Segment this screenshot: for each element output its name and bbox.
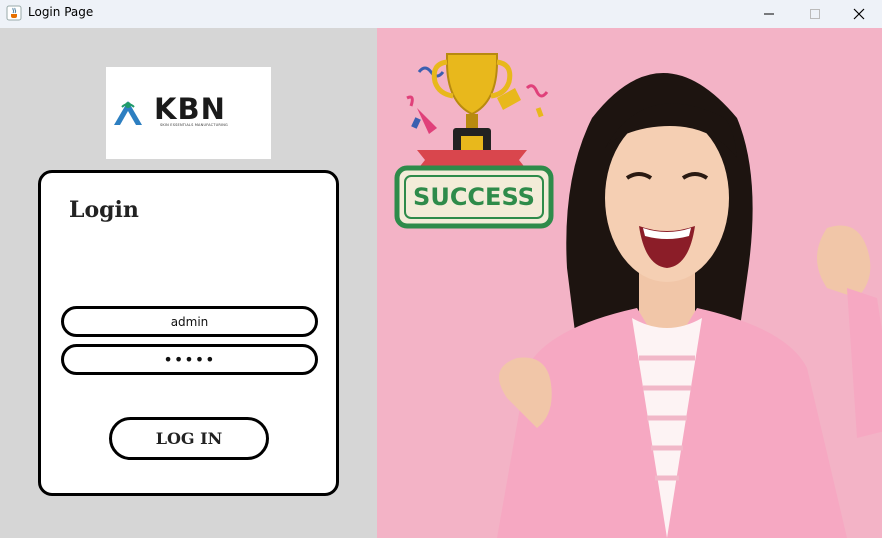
password-field[interactable] <box>61 344 318 375</box>
left-panel: KBN SKIN ESSENTIALS MANUFACTURING Login … <box>0 28 377 538</box>
username-field[interactable] <box>61 306 318 337</box>
login-card: Login LOG IN <box>38 170 339 496</box>
java-coffee-icon <box>6 5 22 21</box>
window-titlebar: Login Page <box>0 0 882 28</box>
celebrating-woman-illustration: SUCCESS <box>377 28 882 538</box>
minimize-button[interactable] <box>746 0 792 28</box>
window-title: Login Page <box>28 5 94 19</box>
minimize-icon <box>764 13 774 15</box>
close-button[interactable] <box>836 0 882 28</box>
kbn-logo-icon <box>112 95 152 131</box>
login-title: Login <box>69 197 139 223</box>
maximize-button[interactable] <box>792 0 838 28</box>
hero-image: SUCCESS <box>377 28 882 538</box>
logo-tagline: SKIN ESSENTIALS MANUFACTURING <box>160 123 228 127</box>
close-icon <box>853 8 865 20</box>
stamp-text: SUCCESS <box>413 183 535 211</box>
success-stamp: SUCCESS <box>394 165 554 229</box>
logo-brand: KBN <box>154 92 226 126</box>
company-logo: KBN SKIN ESSENTIALS MANUFACTURING <box>106 67 271 159</box>
login-button[interactable]: LOG IN <box>109 417 269 460</box>
maximize-icon <box>810 9 820 19</box>
